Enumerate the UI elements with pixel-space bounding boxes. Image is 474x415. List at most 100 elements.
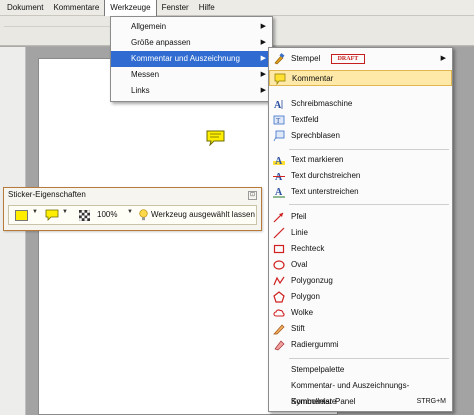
polyline-icon: [273, 275, 285, 287]
menu-separator: [289, 358, 449, 359]
menu-item-label: Kommentar-Panel: [291, 397, 356, 406]
kommentar-submenu: Stempel DRAFT ▶ Kommentar A Schreibmasch…: [268, 47, 453, 412]
menu-item-label: Sprechblasen: [291, 131, 340, 140]
menu-item-label: Radiergummi: [291, 340, 339, 349]
menu-dokument[interactable]: Dokument: [2, 0, 48, 16]
navigation-panel: [0, 47, 26, 415]
toolbar-divider: [4, 26, 114, 27]
eraser-icon: [273, 339, 285, 351]
menu-item-sprechblasen[interactable]: Sprechblasen: [269, 128, 452, 144]
menu-item-links[interactable]: Links ▶: [111, 83, 272, 99]
menu-item-label: Messen: [131, 70, 160, 79]
menu-item-label: Polygonzug: [291, 276, 333, 285]
textbox-icon: T: [273, 114, 285, 126]
menu-bar: Dokument Kommentare Werkzeuge Fenster Hi…: [0, 0, 474, 16]
menu-item-rechteck[interactable]: Rechteck: [269, 241, 452, 257]
typewriter-icon: A: [273, 98, 285, 110]
menu-item-text-unterstreichen[interactable]: A Text unterstreichen: [269, 184, 452, 200]
svg-text:A: A: [275, 156, 283, 166]
note-icon: [274, 73, 286, 85]
sticker-properties-toolbar: ▼ ▼ 100% ▼ Werkzeug ausgewählt lassen: [8, 205, 257, 225]
svg-text:T: T: [276, 117, 281, 125]
menu-item-label: Wolke: [291, 308, 314, 317]
menu-item-label: Pfeil: [291, 212, 307, 221]
submenu-arrow-icon: ▶: [260, 55, 266, 62]
menu-item-label: Text durchstreichen: [291, 171, 361, 180]
note-style-icon[interactable]: [45, 209, 59, 221]
menu-item-textfeld[interactable]: T Textfeld: [269, 112, 452, 128]
menu-item-label: Polygon: [291, 292, 320, 301]
menu-fenster[interactable]: Fenster: [157, 0, 194, 16]
menu-item-label: Stempelpalette: [291, 365, 345, 374]
close-icon[interactable]: ⊡: [248, 191, 257, 200]
menu-item-label: Oval: [291, 260, 308, 269]
line-icon: [273, 227, 285, 239]
polygon-icon: [273, 291, 285, 303]
submenu-arrow-icon: ▶: [260, 71, 266, 78]
menu-item-kommentar-und-auszeichnung[interactable]: Kommentar und Auszeichnung ▶: [111, 51, 272, 67]
lightbulb-icon: [139, 209, 148, 221]
menu-item-symbolleiste[interactable]: Kommentar- und Auszeichnungs-Symbolleist…: [269, 378, 452, 406]
strikethrough-icon: A: [273, 170, 285, 182]
svg-text:A: A: [275, 187, 283, 198]
opacity-value[interactable]: 100%: [97, 210, 117, 219]
menu-item-stempel[interactable]: Stempel DRAFT ▶: [269, 51, 452, 67]
submenu-arrow-icon: ▶: [440, 55, 446, 62]
menu-item-label: Rechteck: [291, 244, 325, 253]
fill-color-swatch[interactable]: [15, 210, 28, 221]
menu-item-kommentar[interactable]: Kommentar: [269, 70, 452, 86]
sticky-note-icon[interactable]: [206, 130, 225, 146]
menu-item-text-markieren[interactable]: A Text markieren: [269, 152, 452, 168]
rectangle-icon: [273, 243, 285, 255]
menu-item-stempelpalette[interactable]: Stempelpalette: [269, 362, 452, 378]
sticker-properties-panel: Sticker-Eigenschaften ⊡ ▼ ▼ 100% ▼ Werkz…: [3, 187, 262, 231]
menu-item-schreibmaschine[interactable]: A Schreibmaschine: [269, 96, 452, 112]
keep-tool-selected-toggle[interactable]: Werkzeug ausgewählt lassen: [151, 210, 255, 219]
opacity-icon: [79, 210, 90, 221]
cloud-icon: [273, 307, 285, 319]
pencil-icon: [273, 323, 285, 335]
menu-item-linie[interactable]: Linie: [269, 225, 452, 241]
menu-item-label: Allgemein: [131, 22, 167, 31]
menu-item-stift[interactable]: Stift: [269, 321, 452, 337]
menu-item-label: Kommentar: [292, 74, 334, 83]
menu-separator: [289, 149, 449, 150]
menu-item-label: Linie: [291, 228, 308, 237]
menu-kommentare[interactable]: Kommentare: [48, 0, 104, 16]
menu-item-radiergummi[interactable]: Radiergummi: [269, 337, 452, 353]
svg-text:A: A: [274, 100, 282, 110]
panel-title: Sticker-Eigenschaften: [8, 190, 86, 199]
menu-item-groesse-anpassen[interactable]: Größe anpassen ▶: [111, 35, 272, 51]
menu-hilfe[interactable]: Hilfe: [194, 0, 220, 16]
chevron-down-icon[interactable]: ▼: [127, 209, 133, 215]
menu-item-label: Stift: [291, 324, 305, 333]
menu-item-polygonzug[interactable]: Polygonzug: [269, 273, 452, 289]
menu-item-wolke[interactable]: Wolke: [269, 305, 452, 321]
menu-item-allgemein[interactable]: Allgemein ▶: [111, 19, 272, 35]
chevron-down-icon[interactable]: ▼: [32, 209, 38, 215]
menu-item-messen[interactable]: Messen ▶: [111, 67, 272, 83]
shortcut-label: STRG+M: [416, 398, 446, 405]
menu-separator: [289, 204, 449, 205]
menu-item-text-durchstreichen[interactable]: A Text durchstreichen: [269, 168, 452, 184]
menu-item-label: Kommentar und Auszeichnung: [131, 54, 240, 63]
menu-item-label: Größe anpassen: [131, 38, 191, 47]
menu-item-label: Schreibmaschine: [291, 99, 353, 108]
menu-item-polygon[interactable]: Polygon: [269, 289, 452, 305]
underline-icon: A: [273, 186, 285, 198]
oval-icon: [273, 259, 285, 271]
submenu-arrow-icon: ▶: [260, 23, 266, 30]
highlight-text-icon: A: [273, 154, 285, 166]
chevron-down-icon[interactable]: ▼: [62, 209, 68, 215]
menu-werkzeuge[interactable]: Werkzeuge: [104, 0, 157, 16]
stamp-icon: [273, 53, 285, 65]
submenu-arrow-icon: ▶: [260, 39, 266, 46]
menu-item-label: Links: [131, 86, 150, 95]
submenu-arrow-icon: ▶: [260, 87, 266, 94]
menu-item-pfeil[interactable]: Pfeil: [269, 209, 452, 225]
menu-item-oval[interactable]: Oval: [269, 257, 452, 273]
menu-item-label: Text markieren: [291, 155, 344, 164]
menu-item-kommentar-panel[interactable]: Kommentar-Panel STRG+M: [269, 394, 452, 410]
callout-icon: [273, 130, 285, 142]
werkzeuge-menu: Allgemein ▶ Größe anpassen ▶ Kommentar und…: [110, 16, 273, 102]
